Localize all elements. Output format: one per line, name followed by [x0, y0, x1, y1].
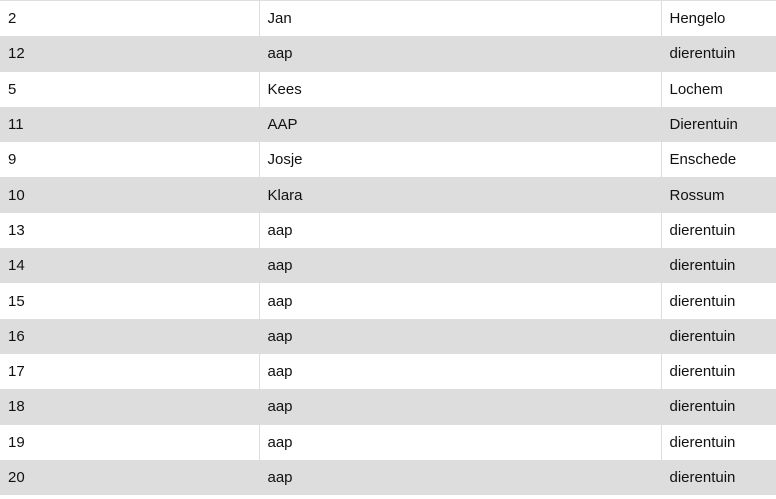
- table-row: 15 aap dierentuin: [0, 283, 776, 319]
- row-place-cell: dierentuin: [661, 318, 776, 354]
- row-place-cell: dierentuin: [661, 353, 776, 390]
- row-place-cell: dierentuin: [661, 459, 776, 496]
- data-table: 2 Jan Hengelo 12 aap dierentuin 5 Kees Lochem 11 A…: [0, 1, 776, 496]
- row-place-cell: Lochem: [661, 71, 776, 107]
- row-id-cell: 16: [0, 318, 260, 354]
- table-row: 12 aap dierentuin: [0, 36, 776, 72]
- row-place-cell: Enschede: [661, 142, 776, 178]
- row-place-cell: Rossum: [661, 177, 776, 213]
- row-place-cell: Dierentuin: [661, 106, 776, 143]
- data-table-container: 2 Jan Hengelo 12 aap dierentuin 5 Kees Lochem 11 A…: [0, 0, 776, 499]
- table-row: 16 aap dierentuin: [0, 318, 776, 354]
- table-row: 14 aap dierentuin: [0, 248, 776, 284]
- row-id-cell: 19: [0, 424, 260, 460]
- row-id-cell: 5: [0, 71, 260, 107]
- row-id-cell: 13: [0, 212, 260, 249]
- row-name-cell: aap: [259, 212, 662, 249]
- row-name-cell: aap: [259, 283, 662, 319]
- row-place-cell: dierentuin: [661, 389, 776, 425]
- table-row: 19 aap dierentuin: [0, 424, 776, 460]
- row-place-cell: dierentuin: [661, 36, 776, 72]
- table-row: 17 aap dierentuin: [0, 353, 776, 390]
- row-place-cell: Hengelo: [661, 1, 776, 37]
- row-id-cell: 2: [0, 1, 260, 37]
- row-name-cell: aap: [259, 424, 662, 460]
- table-row: 9 Josje Enschede: [0, 142, 776, 178]
- row-name-cell: aap: [259, 36, 662, 72]
- row-id-cell: 17: [0, 353, 260, 390]
- row-id-cell: 18: [0, 389, 260, 425]
- row-name-cell: aap: [259, 389, 662, 425]
- row-id-cell: 10: [0, 177, 260, 213]
- row-id-cell: 15: [0, 283, 260, 319]
- table-row: 20 aap dierentuin: [0, 459, 776, 496]
- row-place-cell: dierentuin: [661, 212, 776, 249]
- row-id-cell: 12: [0, 36, 260, 72]
- row-place-cell: dierentuin: [661, 283, 776, 319]
- row-id-cell: 11: [0, 106, 260, 143]
- row-place-cell: dierentuin: [661, 424, 776, 460]
- table-body: 2 Jan Hengelo 12 aap dierentuin 5 Kees Lochem 11 A…: [0, 1, 776, 496]
- table-row: 11 AAP Dierentuin: [0, 106, 776, 143]
- row-place-cell: dierentuin: [661, 248, 776, 284]
- row-id-cell: 9: [0, 142, 260, 178]
- row-id-cell: 14: [0, 248, 260, 284]
- row-name-cell: Jan: [259, 1, 662, 37]
- row-name-cell: Klara: [259, 177, 662, 213]
- row-id-cell: 20: [0, 459, 260, 496]
- row-name-cell: aap: [259, 459, 662, 496]
- row-name-cell: aap: [259, 248, 662, 284]
- row-name-cell: aap: [259, 353, 662, 390]
- table-row: 10 Klara Rossum: [0, 177, 776, 213]
- table-row: 2 Jan Hengelo: [0, 1, 776, 37]
- row-name-cell: Josje: [259, 142, 662, 178]
- row-name-cell: aap: [259, 318, 662, 354]
- table-row: 18 aap dierentuin: [0, 389, 776, 425]
- table-row: 13 aap dierentuin: [0, 212, 776, 249]
- table-row: 5 Kees Lochem: [0, 71, 776, 107]
- row-name-cell: AAP: [259, 106, 662, 143]
- row-name-cell: Kees: [259, 71, 662, 107]
